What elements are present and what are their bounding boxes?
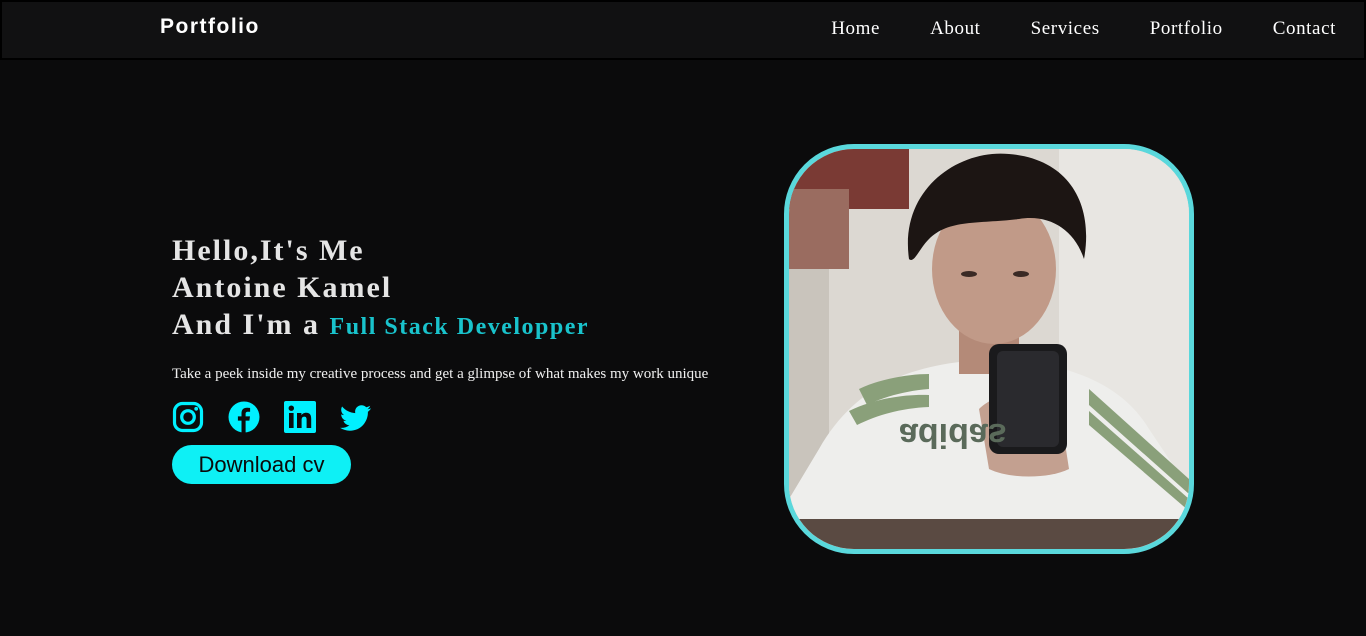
navbar: Portfolio Home About Services Portfolio … — [0, 0, 1366, 60]
hero-section: Hello,It's Me Antoine Kamel And I'm a Fu… — [172, 232, 772, 484]
nav-link-home[interactable]: Home — [831, 18, 880, 40]
greeting-text: Hello,It's Me — [172, 234, 365, 267]
profile-photo-image: adidas — [789, 149, 1189, 549]
site-logo[interactable]: Portfolio — [160, 15, 260, 39]
role-title: Full Stack Developper — [329, 314, 590, 340]
nav-links: Home About Services Portfolio Contact — [831, 18, 1336, 40]
twitter-icon[interactable] — [340, 401, 372, 433]
hero-headline: Hello,It's Me Antoine Kamel And I'm a Fu… — [172, 232, 772, 346]
svg-text:adidas: adidas — [899, 416, 1007, 454]
owner-name: Antoine Kamel — [172, 271, 393, 304]
nav-link-services[interactable]: Services — [1031, 18, 1100, 40]
download-cv-button[interactable]: Download cv — [172, 445, 351, 484]
role-prefix: And I'm a — [172, 308, 321, 341]
nav-link-portfolio[interactable]: Portfolio — [1150, 18, 1223, 40]
nav-link-contact[interactable]: Contact — [1273, 18, 1336, 40]
facebook-icon[interactable] — [228, 401, 260, 433]
social-links — [172, 401, 772, 433]
nav-link-about[interactable]: About — [930, 18, 981, 40]
hero-tagline: Take a peek inside my creative process a… — [172, 366, 709, 382]
profile-photo: adidas — [784, 144, 1194, 554]
instagram-icon[interactable] — [172, 401, 204, 433]
linkedin-icon[interactable] — [284, 401, 316, 433]
